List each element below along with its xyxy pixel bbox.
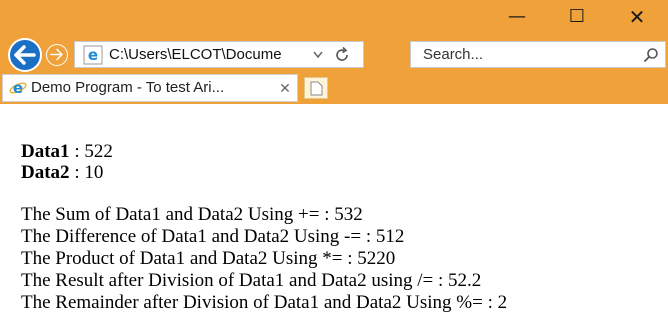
address-text: C:\Users\ELCOT\Docume (109, 46, 282, 63)
tab-bar: e Demo Program - To test Ari... ✕ (0, 74, 668, 104)
back-button[interactable] (8, 38, 42, 72)
new-tab-button[interactable] (304, 77, 328, 99)
data2-line: Data2 : 10 (21, 162, 103, 184)
data2-value: : 10 (69, 162, 104, 183)
data1-value: : 522 (69, 141, 113, 162)
search-box[interactable]: Search... (410, 41, 666, 68)
refresh-icon[interactable] (333, 46, 351, 64)
page-content: Data1 : 522 Data2 : 10 The Sum of Data1 … (0, 104, 668, 333)
search-icon[interactable] (643, 47, 659, 63)
division-result: The Result after Division of Data1 and D… (21, 270, 482, 291)
maximize-button[interactable]: ☐ (554, 2, 600, 32)
remainder-result: The Remainder after Division of Data1 an… (21, 292, 508, 313)
tab-title: Demo Program - To test Ari... (31, 79, 225, 96)
svg-text:e: e (13, 79, 23, 97)
forward-arrow-icon (50, 48, 63, 61)
browser-window: — ☐ ✕ e C:\Users\ELCOT\Docume Search... … (0, 0, 668, 333)
difference-result: The Difference of Data1 and Data2 Using … (21, 226, 405, 247)
data1-line: Data1 : 522 (21, 141, 113, 163)
data1-label: Data1 (21, 141, 70, 162)
navigation-bar: e C:\Users\ELCOT\Docume Search... (0, 36, 668, 74)
close-tab-icon[interactable]: ✕ (275, 75, 295, 101)
search-placeholder: Search... (423, 46, 484, 63)
title-bar: — ☐ ✕ (0, 0, 668, 36)
minimize-button[interactable]: — (494, 2, 540, 32)
forward-button[interactable] (46, 44, 68, 66)
tab-demo-program[interactable]: e Demo Program - To test Ari... ✕ (2, 74, 298, 102)
ie-page-icon: e (83, 45, 103, 65)
ie-logo-icon: e (9, 79, 27, 97)
dropdown-icon[interactable] (313, 51, 323, 59)
address-bar[interactable]: e C:\Users\ELCOT\Docume (74, 41, 364, 68)
back-arrow-icon (14, 45, 36, 65)
data2-label: Data2 (21, 162, 70, 183)
new-tab-icon (310, 81, 323, 96)
product-result: The Product of Data1 and Data2 Using *= … (21, 248, 396, 269)
sum-result: The Sum of Data1 and Data2 Using += : 53… (21, 204, 363, 225)
svg-text:e: e (88, 46, 98, 64)
close-window-button[interactable]: ✕ (614, 2, 660, 32)
